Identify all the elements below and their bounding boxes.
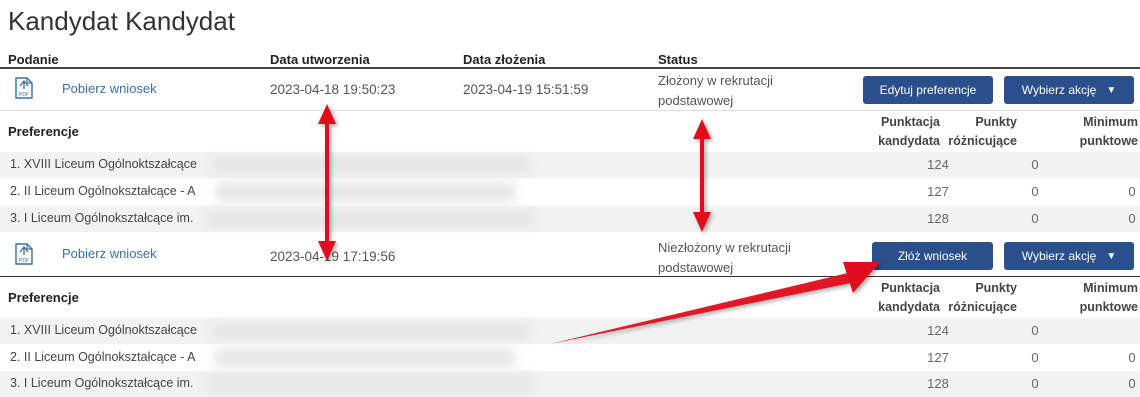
download-application-link[interactable]: Pobierz wniosek	[62, 81, 157, 96]
preference-row: 3. I Liceum Ogólnokształcące im. 128 0 0	[0, 206, 1140, 232]
edit-preferences-button[interactable]: Edytuj preferencje	[863, 76, 993, 104]
row-divider	[0, 110, 1140, 111]
school-name: 1. XVIII Liceum Ogólnoktszałcące	[10, 157, 197, 171]
submit-application-label: Złóż wniosek	[897, 249, 968, 263]
svg-text:PDF: PDF	[19, 92, 29, 98]
min-value: 0	[1128, 211, 1136, 226]
school-name: 2. II Liceum Ogólnokształcące - A	[10, 350, 196, 364]
preference-row: 3. I Liceum Ogólnokształcące im. 128 0 0	[0, 371, 1140, 397]
preference-row: 1. XVIII Liceum Ogólnoktszałcące 124 0	[0, 318, 1140, 344]
status-text: Niezłożony w rekrutacji podstawowej	[658, 240, 791, 275]
points-value: 124	[927, 157, 949, 172]
min-value: 0	[1128, 376, 1136, 391]
points-value: 128	[927, 376, 949, 391]
chevron-down-icon: ▼	[1106, 250, 1117, 262]
diff-value: 0	[1031, 211, 1039, 226]
preference-row: 2. II Liceum Ogólnokształcące - A 127 0 …	[0, 345, 1140, 371]
preference-row: 2. II Liceum Ogólnokształcące - A 127 0 …	[0, 179, 1140, 205]
col-points-header: Punktacja kandydata	[878, 281, 940, 314]
chevron-down-icon: ▼	[1106, 84, 1117, 96]
header-divider	[0, 67, 1140, 69]
submitted-date: 2023-04-19 15:51:59	[463, 82, 589, 97]
submit-application-button[interactable]: Złóż wniosek	[872, 242, 993, 270]
choose-action-label: Wybierz akcję	[1021, 83, 1097, 97]
school-name: 2. II Liceum Ogólnokształcące - A	[10, 184, 196, 198]
redacted-text	[215, 349, 515, 367]
min-value: 0	[1128, 184, 1136, 199]
redacted-text	[205, 375, 535, 393]
school-name: 3. I Liceum Ogólnokształcące im.	[10, 376, 194, 390]
redacted-text	[210, 322, 530, 340]
preferences-title: Preferencje	[8, 124, 79, 139]
svg-text:PDF: PDF	[19, 258, 29, 264]
col-min-header: Minimum punktowe	[1079, 115, 1138, 148]
col-header-podanie: Podanie	[8, 52, 59, 67]
col-min-header: Minimum punktowe	[1079, 281, 1138, 314]
school-name: 1. XVIII Liceum Ogólnoktszałcące	[10, 323, 197, 337]
choose-action-dropdown[interactable]: Wybierz akcję ▼	[1004, 242, 1134, 270]
edit-preferences-label: Edytuj preferencje	[879, 83, 977, 97]
redacted-text	[210, 156, 530, 174]
points-value: 128	[927, 211, 949, 226]
choose-action-dropdown[interactable]: Wybierz akcję ▼	[1004, 76, 1134, 104]
school-name: 3. I Liceum Ogólnokształcące im.	[10, 211, 194, 225]
points-value: 127	[927, 184, 949, 199]
redacted-text	[205, 210, 535, 228]
diff-value: 0	[1031, 323, 1039, 338]
col-header-submitted: Data złożenia	[463, 52, 546, 67]
diff-value: 0	[1031, 184, 1039, 199]
redacted-text	[215, 183, 515, 201]
points-value: 127	[927, 350, 949, 365]
created-date: 2023-04-18 19:50:23	[270, 82, 396, 97]
pdf-file-icon[interactable]: PDF	[14, 77, 34, 99]
status-text: Złożony w rekrutacji podstawowej	[658, 73, 773, 108]
pdf-file-icon[interactable]: PDF	[14, 243, 34, 265]
page-title: Kandydat Kandydat	[8, 6, 235, 36]
choose-action-label: Wybierz akcję	[1021, 249, 1097, 263]
preferences-title: Preferencje	[8, 290, 79, 305]
download-application-link[interactable]: Pobierz wniosek	[62, 246, 157, 261]
diff-value: 0	[1031, 376, 1039, 391]
diff-value: 0	[1031, 157, 1039, 172]
col-diff-header: Punkty różnicujące	[948, 115, 1017, 148]
diff-value: 0	[1031, 350, 1039, 365]
col-points-header: Punktacja kandydata	[878, 115, 940, 148]
row-divider	[0, 276, 1140, 277]
col-header-status: Status	[658, 52, 698, 67]
created-date: 2023-04-19 17:19:56	[270, 249, 396, 264]
col-diff-header: Punkty różnicujące	[948, 281, 1017, 314]
points-value: 124	[927, 323, 949, 338]
col-header-created: Data utworzenia	[270, 52, 370, 67]
min-value: 0	[1128, 350, 1136, 365]
preference-row: 1. XVIII Liceum Ogólnoktszałcące 124 0	[0, 152, 1140, 178]
